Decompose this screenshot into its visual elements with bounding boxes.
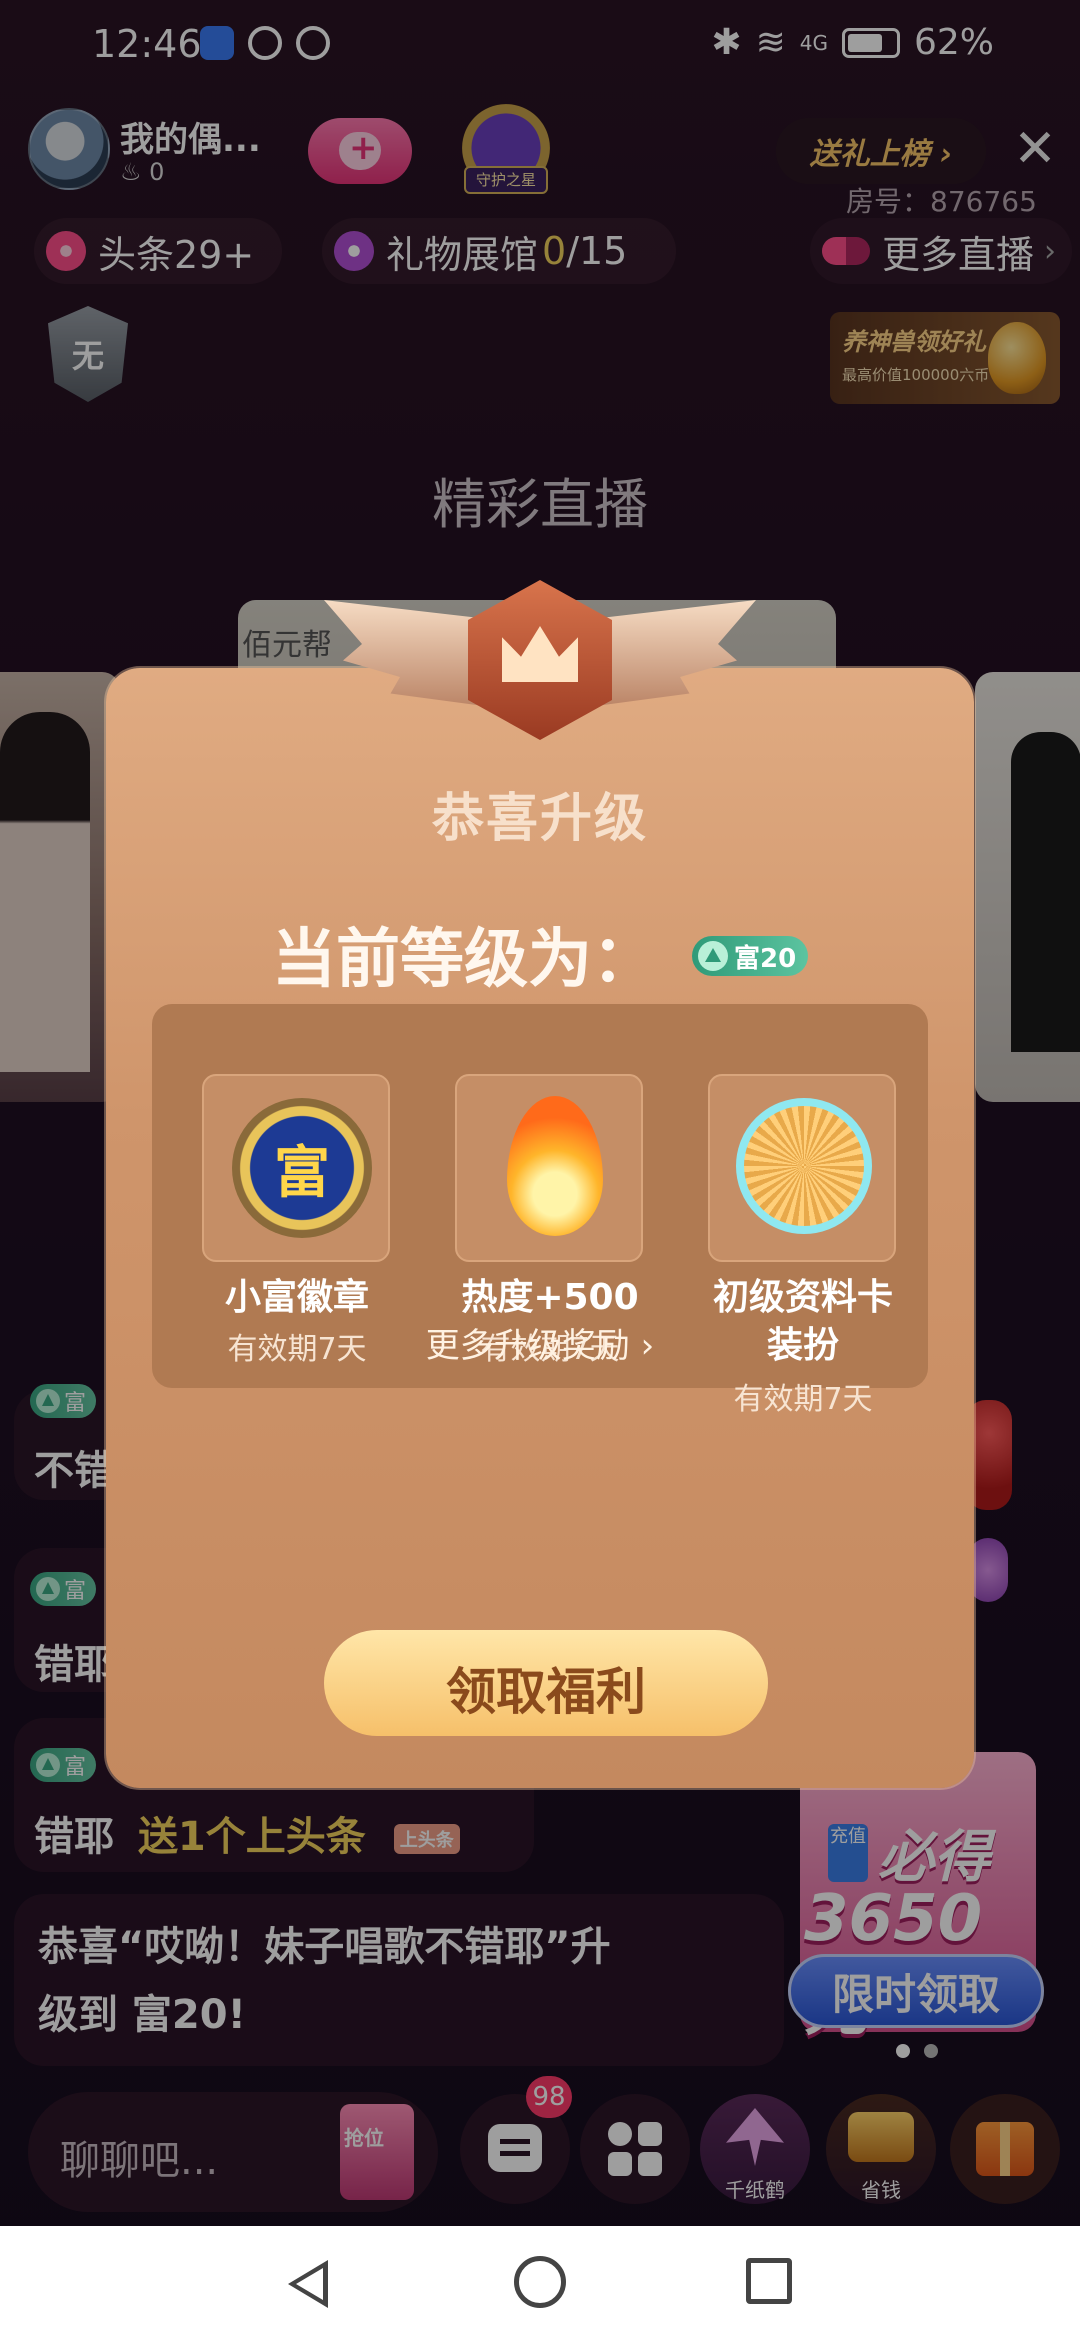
reward-label: 热度+500 bbox=[461, 1277, 639, 1318]
dialog-title: 恭喜升级 bbox=[431, 789, 648, 849]
home-icon[interactable] bbox=[514, 2256, 566, 2308]
reward-label: 小富徽章 bbox=[224, 1277, 369, 1318]
claim-benefits-button[interactable]: 领取福利 bbox=[324, 1630, 768, 1736]
level-triangle-icon bbox=[698, 941, 728, 971]
live-room-page: 12:46 ✱ ≋ 4G 62% 我的偶... ♨ 0 守护之星 送礼上榜 › … bbox=[0, 0, 1080, 2340]
new-level-badge: 富20 bbox=[692, 936, 809, 976]
recent-apps-icon[interactable] bbox=[746, 2258, 792, 2304]
rich-medal-icon: 富 bbox=[232, 1098, 372, 1238]
dialog-subtitle: 当前等级为： bbox=[272, 923, 656, 997]
back-icon[interactable] bbox=[288, 2260, 328, 2308]
reward-label-line1: 初级资料卡 bbox=[712, 1277, 893, 1318]
system-nav-bar bbox=[0, 2226, 1080, 2340]
level-up-dialog: 恭喜升级 当前等级为： 富20 富 小富徽章 有效期7天 热度+500 有效期7… bbox=[106, 668, 974, 1788]
profile-card-frame-icon bbox=[736, 1098, 872, 1234]
more-rewards-link[interactable]: 更多升级奖励 › bbox=[152, 1318, 928, 1367]
crown-icon bbox=[468, 580, 612, 740]
reward-validity: 有效期7天 bbox=[733, 1382, 873, 1417]
rewards-panel: 富 小富徽章 有效期7天 热度+500 有效期7天 初级资料卡 装扮 有效期7天… bbox=[152, 1004, 928, 1417]
flame-icon bbox=[507, 1096, 603, 1236]
crown-emblem bbox=[324, 580, 756, 740]
